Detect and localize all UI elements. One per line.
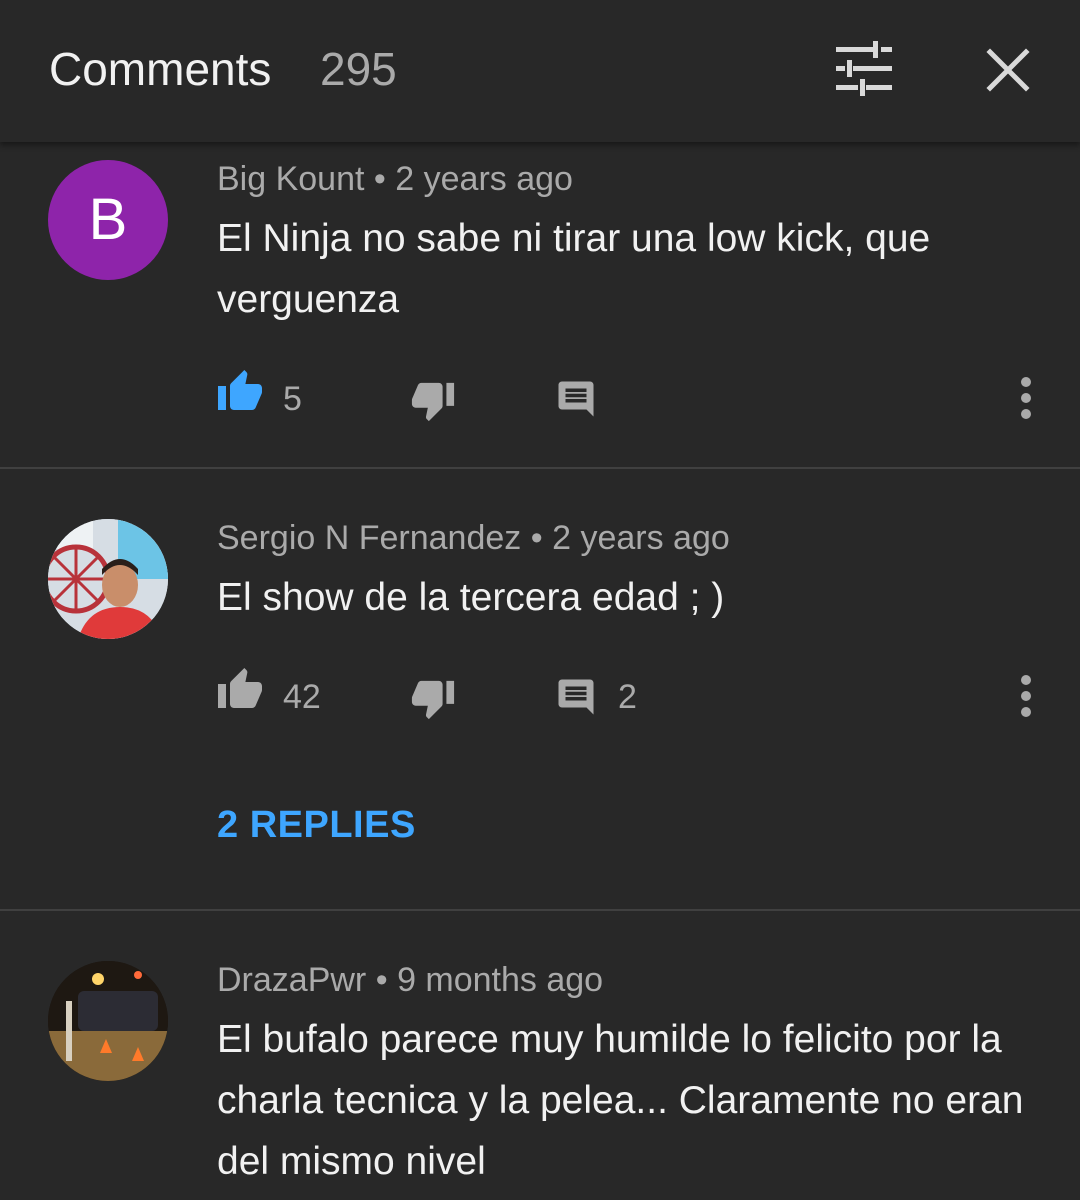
view-replies-button[interactable]: 2 REPLIES (217, 804, 416, 847)
comment-author[interactable]: DrazaPwr (217, 961, 366, 999)
comment-time: 9 months ago (397, 961, 604, 999)
avatar[interactable] (48, 519, 168, 639)
comment-actions: 42 2 (0, 666, 1080, 726)
comment-meta: DrazaPwr • 9 months ago (217, 961, 603, 1000)
sort-filter-icon[interactable] (833, 40, 895, 100)
comment-time: 2 years ago (395, 160, 573, 198)
reply-comment-icon (558, 679, 594, 715)
thumbs-down-icon (411, 680, 455, 720)
reply-button[interactable] (555, 378, 597, 425)
comment-meta: Big Kount • 2 years ago (217, 160, 573, 199)
comments-count: 295 (320, 43, 397, 95)
avatar[interactable] (48, 961, 168, 1081)
close-icon[interactable] (984, 46, 1032, 94)
more-vert-icon[interactable] (1016, 374, 1036, 427)
meta-separator: • (373, 160, 386, 198)
comments-header: Comments 295 (0, 0, 1080, 142)
reply-count: 2 (618, 678, 637, 716)
more-vert-icon[interactable] (1016, 672, 1036, 725)
avatar-letter: B (88, 187, 128, 252)
thumbs-down-icon (411, 382, 455, 422)
like-button[interactable] (216, 368, 264, 417)
comment-text: El bufalo parece muy humilde lo felicito… (217, 1018, 1024, 1183)
thumbs-up-icon (218, 668, 262, 708)
comment-actions: 5 (0, 368, 1080, 428)
dislike-button[interactable] (410, 678, 456, 727)
comment-author[interactable]: Sergio N Fernandez (217, 519, 521, 557)
reply-button[interactable] (555, 676, 597, 723)
thumbs-up-icon (218, 370, 262, 410)
reply-comment-icon (558, 381, 594, 417)
divider (0, 909, 1080, 911)
like-count: 5 (283, 380, 302, 418)
comment-item: Sergio N Fernandez • 2 years ago El show… (0, 470, 1080, 910)
divider (0, 467, 1080, 469)
comment-meta: Sergio N Fernandez • 2 years ago (217, 519, 730, 558)
comment-text: El show de la tercera edad ; ) (217, 576, 725, 619)
like-button[interactable] (216, 666, 264, 715)
meta-separator: • (375, 961, 388, 999)
comment-author[interactable]: Big Kount (217, 160, 364, 198)
like-count: 42 (283, 678, 321, 716)
dislike-button[interactable] (410, 380, 456, 429)
avatar[interactable]: B (48, 160, 168, 280)
comments-title: Comments (49, 43, 272, 95)
comment-item: DrazaPwr • 9 months ago El bufalo parece… (0, 912, 1080, 1200)
comment-time: 2 years ago (552, 519, 730, 557)
comment-text: El Ninja no sabe ni tirar una low kick, … (217, 217, 931, 321)
meta-separator: • (530, 519, 543, 557)
